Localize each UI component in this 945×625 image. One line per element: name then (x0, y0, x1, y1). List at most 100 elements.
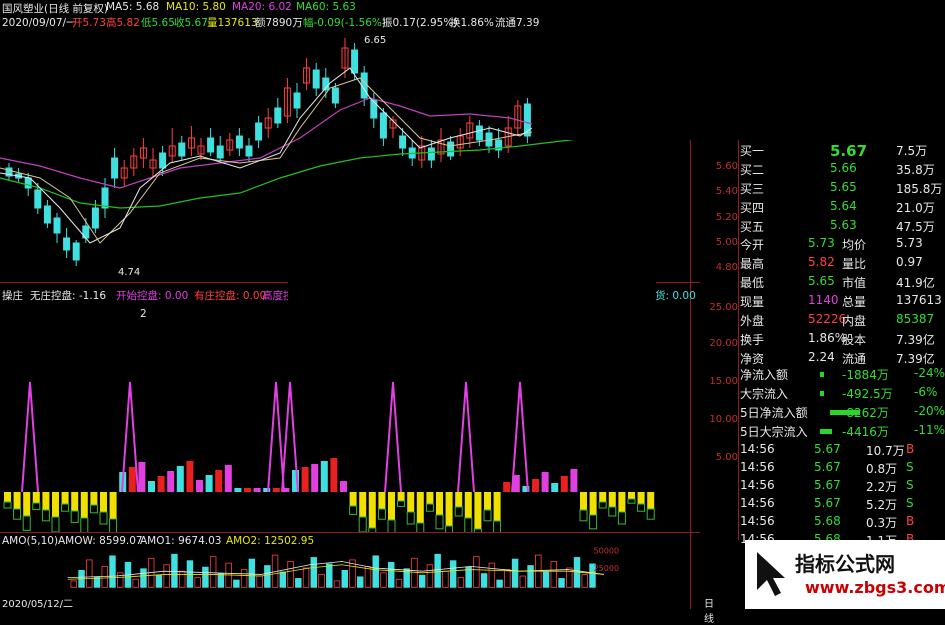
stat-row: 今开 5.73 均价 5.73 (700, 236, 945, 256)
amo-bar (426, 564, 434, 588)
quote-cell: 0.8万 (866, 462, 898, 476)
indicator-bar (157, 476, 165, 492)
indicator-bar (560, 476, 568, 492)
spike-line (267, 381, 285, 493)
indicator-bar (617, 511, 626, 525)
quote-cell: 7.5万 (896, 144, 928, 158)
quote-cell: 5.67 (814, 496, 841, 510)
amo-bar (318, 574, 325, 588)
indicator-bar (13, 508, 22, 520)
indicator-bar (215, 470, 223, 492)
amo-bar (442, 570, 449, 588)
indicator-bar (23, 492, 31, 516)
indicator-bar (608, 506, 617, 517)
amo-bar (140, 568, 147, 588)
flow-bar (820, 372, 824, 377)
quote-cell: -11% (914, 423, 945, 437)
quote-cell: 47.5万 (896, 220, 935, 234)
tick-row: 14:56 5.68 0.3万 B (700, 514, 945, 534)
amo-name: AMO(5,10) (2, 535, 59, 547)
amo2-value: AMO2: 12502.95 (226, 535, 315, 547)
pane-divider (0, 532, 700, 533)
indicator-bar (349, 492, 357, 506)
quote-cell: 净流入额 (740, 368, 789, 382)
control-indicator-chart[interactable]: 25.00 (0, 306, 690, 532)
quote-cell: 5.64 (830, 199, 857, 213)
indicator-bar (628, 492, 635, 499)
quote-cell: 最高 (740, 257, 765, 271)
ma10-label: MA10: 5.80 (166, 1, 226, 13)
out-value: 货: 0.00 (655, 290, 696, 302)
indicator-bar (90, 492, 98, 505)
amo-bar (364, 565, 372, 588)
quote-cell: 14:56 (740, 496, 775, 510)
quote-cell: 14:56 (740, 442, 775, 456)
amo-bar (70, 580, 78, 588)
candle (331, 87, 339, 104)
indicator-bar (435, 514, 444, 530)
candle (72, 242, 80, 261)
indicator-bar (464, 517, 473, 532)
indicator-bar (647, 492, 655, 509)
indicator-bar (436, 492, 443, 515)
indicator-bar (493, 520, 502, 532)
quote-cell: 5.68 (814, 514, 841, 528)
quote-cell: 0.97 (896, 255, 923, 269)
indicator-bar (426, 492, 434, 504)
indicator-bar (388, 492, 395, 520)
indicator-bar (637, 492, 645, 504)
amo-bar (117, 572, 124, 588)
amo-volume-chart[interactable]: 50000 25000 (0, 547, 700, 597)
amo-bar (411, 557, 418, 588)
quote-cell: 买一 (740, 144, 765, 158)
amo-bar (357, 576, 364, 588)
indicator-bar (570, 469, 578, 492)
quote-cell: 52226 (808, 312, 847, 326)
quote-cell: 量比 (842, 257, 867, 271)
amo-bar (279, 571, 287, 588)
indicator-bar (320, 461, 328, 492)
indicator-bar (176, 466, 184, 492)
start-control-value: 开始控盘: 0.00 (116, 290, 189, 302)
amo-bar (488, 562, 496, 588)
quote-cell: -20% (914, 404, 945, 418)
indicator-bar (579, 509, 588, 522)
amo-bar (186, 560, 194, 588)
indicator-bar (109, 492, 117, 519)
amo-bar (217, 573, 225, 588)
amo-bar (449, 560, 457, 588)
amo-bar (504, 569, 511, 588)
candlestick-chart[interactable]: 6.65 4.74 (0, 28, 690, 278)
quote-cell: 5.82 (808, 255, 835, 269)
indicator-bar (70, 510, 79, 523)
amo-axis-tick: 50000 (594, 547, 620, 555)
indicator-bar (416, 522, 425, 532)
amo-bar (302, 567, 310, 588)
candle (399, 135, 407, 149)
logo-url: www.zbgs3.com (805, 578, 945, 597)
amo1-value: AMO1: 9674.03 (140, 535, 222, 547)
indicator-bar (109, 518, 118, 532)
indicator-bar (167, 471, 175, 492)
ma10-line (0, 77, 533, 244)
indicator-bar (89, 504, 98, 514)
tick-row: 14:56 5.67 10.7万 B (700, 442, 945, 462)
quote-cell: 买三 (740, 182, 765, 196)
amo-axis-tick: 25000 (594, 564, 620, 573)
indicator-bar (148, 481, 155, 492)
no-control-value: 无庄控盘: -1.16 (30, 290, 107, 302)
stat-row: 最低 5.65 市值 41.9亿 (700, 274, 945, 294)
indicator-bar (41, 509, 50, 522)
indicator-bar (397, 500, 406, 507)
quote-cell: 14:56 (740, 460, 775, 474)
quote-cell: 5.63 (830, 218, 857, 232)
indicator-bar (483, 509, 492, 522)
quote-cell: 137613 (896, 293, 942, 307)
indicator-bar (589, 514, 598, 530)
quote-cell: 买五 (740, 220, 765, 234)
amo-bar (86, 559, 93, 588)
quote-cell: 5.66 (830, 161, 857, 175)
indicator-bar (368, 527, 377, 532)
amo-bar (341, 569, 348, 588)
quote-cell: 5.73 (896, 236, 923, 250)
